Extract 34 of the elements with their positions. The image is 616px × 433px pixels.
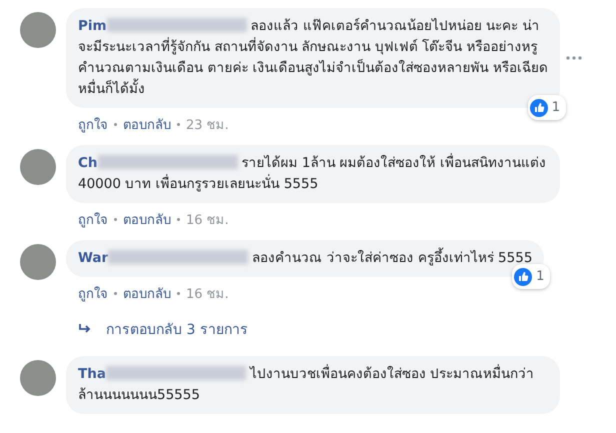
avatar[interactable] bbox=[20, 149, 56, 185]
reaction-badge[interactable]: 1 bbox=[512, 264, 550, 289]
separator-dot bbox=[177, 218, 180, 221]
action-link[interactable]: ตอบกลับ bbox=[123, 114, 171, 135]
comment-text: Ch รายได้ผม 1ล้าน ผมต้องใส่ซองให้ เพื่อนสนิทงานแต่ง 40000 บาท เพื่อนกรูรวยเลยนะนั่น 5555 bbox=[78, 153, 547, 194]
replies-link[interactable]: การตอบกลับ 3 รายการ bbox=[106, 318, 248, 340]
separator-dot bbox=[114, 123, 117, 126]
separator-dot bbox=[177, 123, 180, 126]
action-link[interactable]: ถูกใจ bbox=[78, 283, 108, 304]
reaction-count: 1 bbox=[552, 99, 560, 117]
timestamp: 16 ชม. bbox=[186, 212, 229, 230]
separator-dot bbox=[114, 218, 117, 221]
reaction-count: 1 bbox=[536, 268, 544, 286]
action-link[interactable]: ตอบกลับ bbox=[123, 209, 171, 230]
timestamp: 16 ชม. bbox=[186, 286, 229, 304]
commenter-name[interactable]: Ch bbox=[78, 155, 98, 171]
commenter-name[interactable]: Pim bbox=[78, 18, 107, 34]
avatar[interactable] bbox=[20, 360, 56, 396]
action-link[interactable]: ตอบกลับ bbox=[123, 283, 171, 304]
avatar[interactable] bbox=[20, 244, 56, 280]
avatar[interactable] bbox=[20, 12, 56, 48]
timestamp: 23 ชม. bbox=[186, 117, 229, 135]
comment-text: Tha ไปงานบวชเพื่อนคงต้องใส่ซอง ประมาณหมื่นกว่าล้านนนนนนน55555 bbox=[78, 364, 536, 405]
reply-arrow-icon bbox=[78, 323, 92, 335]
reaction-badge[interactable]: 1 bbox=[528, 95, 566, 120]
action-link[interactable]: ถูกใจ bbox=[78, 114, 108, 135]
like-icon bbox=[530, 98, 548, 116]
commenter-name[interactable]: War bbox=[78, 250, 108, 266]
separator-dot bbox=[114, 292, 117, 295]
action-link[interactable]: ถูกใจ bbox=[78, 209, 108, 230]
options-icon[interactable] bbox=[566, 56, 582, 60]
commenter-name[interactable]: Tha bbox=[78, 366, 106, 382]
separator-dot bbox=[177, 292, 180, 295]
like-icon bbox=[514, 268, 532, 286]
